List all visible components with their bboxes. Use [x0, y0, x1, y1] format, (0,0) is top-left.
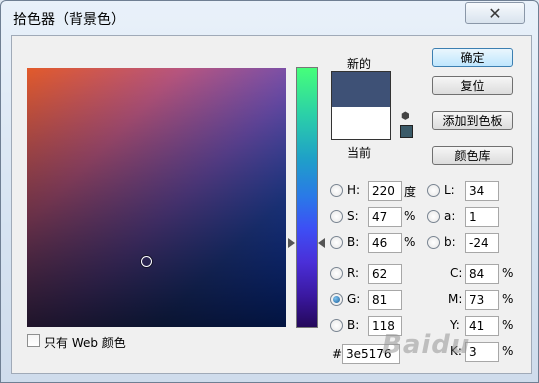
l-label: L: [444, 183, 455, 197]
color-slider[interactable] [296, 67, 318, 328]
c-label: C: [450, 266, 463, 280]
h-input[interactable]: 220 [368, 181, 402, 201]
radio-a[interactable] [427, 210, 440, 223]
hex-label: # [332, 347, 343, 361]
radio-b[interactable] [330, 236, 343, 249]
reset-button[interactable]: 复位 [432, 76, 513, 95]
h-unit: 度 [404, 185, 417, 199]
radio-l[interactable] [427, 184, 440, 197]
color-libraries-label: 颜色库 [454, 149, 491, 163]
s-input[interactable]: 47 [368, 207, 402, 227]
web-only-label: 只有 Web 颜色 [44, 336, 126, 350]
reset-button-label: 复位 [460, 79, 485, 93]
brightness-unit: % [404, 235, 416, 249]
color-field[interactable] [27, 68, 286, 327]
radio-s[interactable] [330, 210, 343, 223]
close-icon: ✕ [488, 3, 502, 23]
slider-handle-right[interactable] [318, 238, 325, 248]
slider-handle-left[interactable] [288, 238, 295, 248]
k-unit: % [502, 344, 514, 358]
new-color-swatch [331, 71, 391, 108]
current-color-swatch[interactable] [331, 107, 391, 140]
g-input[interactable]: 81 [368, 290, 402, 310]
new-color-label: 新的 [347, 57, 372, 71]
a-input[interactable]: 1 [465, 207, 499, 227]
radio-lab-b[interactable] [427, 236, 440, 249]
m-label: M: [448, 292, 463, 306]
r-label: R: [347, 266, 360, 280]
watermark: Baidu [382, 330, 471, 360]
y-unit: % [502, 318, 514, 332]
radio-g[interactable] [330, 293, 343, 306]
web-safe-alert-swatch[interactable] [400, 125, 413, 138]
add-to-swatches-label: 添加到色板 [442, 114, 503, 128]
add-to-swatches-button[interactable]: 添加到色板 [432, 111, 513, 130]
web-only-checkbox[interactable] [27, 334, 40, 347]
brightness-input[interactable]: 46 [368, 233, 402, 253]
m-input[interactable]: 73 [465, 290, 499, 310]
r-input[interactable]: 62 [368, 264, 402, 284]
h-label: H: [347, 183, 361, 197]
ok-button-label: 确定 [460, 51, 485, 65]
window-title: 拾色器（背景色） [13, 12, 125, 28]
title-bar: 拾色器（背景色） ✕ [1, 1, 538, 35]
c-input[interactable]: 84 [465, 264, 499, 284]
l-input[interactable]: 34 [465, 181, 499, 201]
m-unit: % [502, 292, 514, 306]
radio-h[interactable] [330, 184, 343, 197]
c-unit: % [502, 266, 514, 280]
g-label: G: [347, 292, 361, 306]
color-field-picker-circle[interactable] [141, 256, 152, 267]
radio-r[interactable] [330, 267, 343, 280]
a-label: a: [444, 209, 456, 223]
radio-rgb-b[interactable] [330, 319, 343, 332]
ok-button[interactable]: 确定 [432, 48, 513, 67]
lab-b-label: b: [444, 235, 456, 249]
close-button[interactable]: ✕ [465, 2, 525, 24]
current-color-label: 当前 [347, 146, 372, 160]
s-unit: % [404, 209, 416, 223]
s-label: S: [347, 209, 359, 223]
lab-b-input[interactable]: -24 [465, 233, 499, 253]
rgb-b-label: B: [347, 318, 360, 332]
out-of-gamut-cube-icon[interactable]: ⬢ [401, 112, 411, 122]
color-libraries-button[interactable]: 颜色库 [432, 146, 513, 165]
brightness-label: B: [347, 235, 360, 249]
